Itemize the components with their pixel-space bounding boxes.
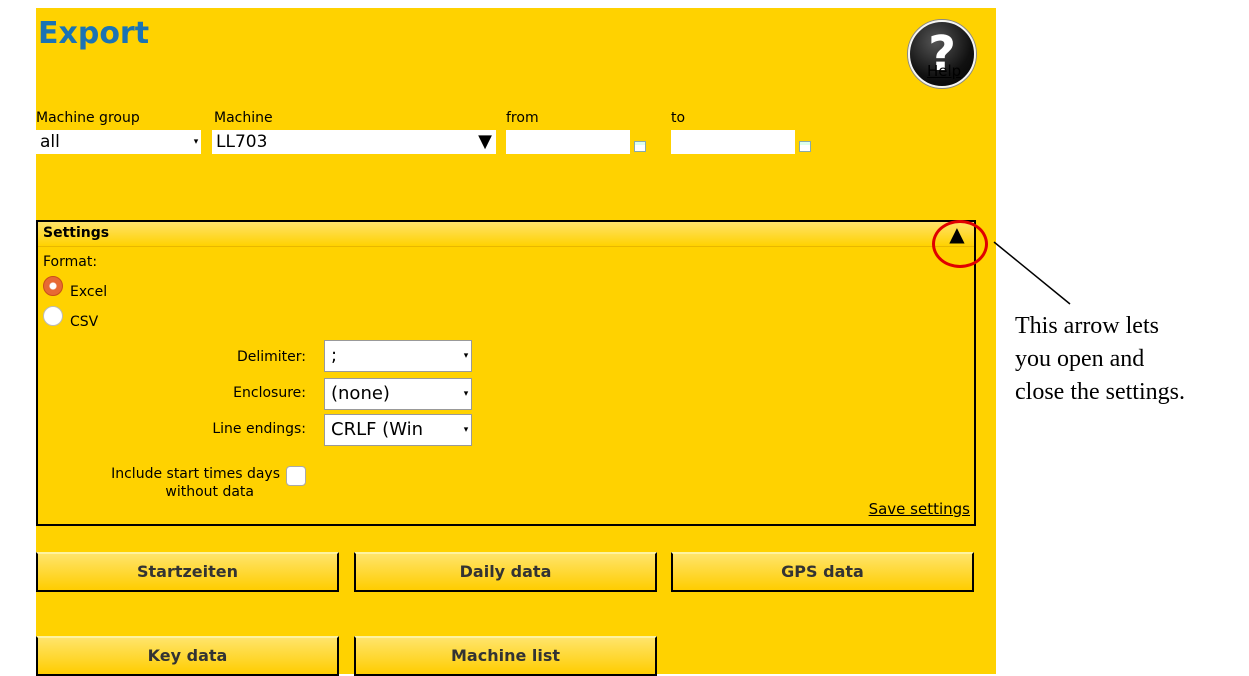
calendar-icon[interactable] (799, 141, 811, 152)
excel-radio-label: Excel (70, 284, 108, 300)
dropdown-arrow-icon: ▼ (478, 131, 492, 152)
startzeiten-button[interactable]: Startzeiten (36, 552, 339, 592)
excel-radio[interactable] (43, 276, 63, 296)
settings-title: Settings (43, 225, 110, 241)
machine-group-select[interactable]: all ▾ (36, 130, 201, 154)
line-endings-select[interactable]: CRLF (Win ▾ (324, 414, 472, 446)
to-label: to (671, 110, 686, 126)
include-start-times-checkbox[interactable] (286, 466, 306, 486)
annotation-line-2: you open and (1015, 346, 1145, 372)
include-start-times-label: Include start times days (111, 466, 280, 482)
daily-data-button[interactable]: Daily data (354, 552, 657, 592)
from-date-input[interactable] (506, 130, 630, 154)
chevron-down-icon: ▾ (463, 351, 469, 361)
annotation-line-3: close the settings. (1015, 379, 1185, 405)
chevron-down-icon: ▾ (193, 137, 199, 147)
csv-radio-label: CSV (70, 314, 99, 330)
save-settings-link[interactable]: Save settings (869, 500, 970, 518)
enclosure-select[interactable]: (none) ▾ (324, 378, 472, 410)
annotation-pointer-line (993, 241, 1071, 305)
machine-group-value: all (40, 132, 60, 152)
machine-list-button[interactable]: Machine list (354, 636, 657, 676)
delimiter-value: ; (331, 345, 338, 366)
machine-group-label: Machine group (36, 110, 140, 126)
machine-label: Machine (214, 110, 273, 126)
annotation-line-1: This arrow lets (1015, 313, 1159, 339)
from-label: from (506, 110, 539, 126)
delimiter-label: Delimiter: (236, 349, 306, 365)
page-title: Export (38, 16, 150, 51)
export-panel: Export ? Help Machine group all ▾ Machin… (36, 8, 996, 676)
annotation-highlight-circle (932, 220, 988, 268)
machine-select[interactable]: LL703 ▼ (212, 130, 496, 154)
machine-value: LL703 (216, 132, 268, 152)
csv-radio[interactable] (43, 306, 63, 326)
settings-section: Settings ▲ Format: Excel CSV Delimiter: … (36, 220, 976, 526)
annotation-text: This arrow lets you open and close the s… (1015, 310, 1249, 409)
key-data-button[interactable]: Key data (36, 636, 339, 676)
chevron-down-icon: ▾ (463, 389, 469, 399)
to-date-input[interactable] (671, 130, 795, 154)
chevron-down-icon: ▾ (463, 425, 469, 435)
help-link[interactable]: Help (927, 62, 961, 80)
enclosure-label: Enclosure: (233, 385, 306, 401)
delimiter-select[interactable]: ; ▾ (324, 340, 472, 372)
line-endings-value: CRLF (Win (331, 419, 424, 440)
settings-header[interactable]: Settings ▲ (38, 222, 974, 247)
format-label: Format: (43, 254, 98, 270)
enclosure-value: (none) (331, 383, 390, 404)
calendar-icon[interactable] (634, 141, 646, 152)
line-endings-label: Line endings: (212, 421, 306, 437)
gps-data-button[interactable]: GPS data (671, 552, 974, 592)
include-start-times-label-2: without data (165, 484, 254, 500)
